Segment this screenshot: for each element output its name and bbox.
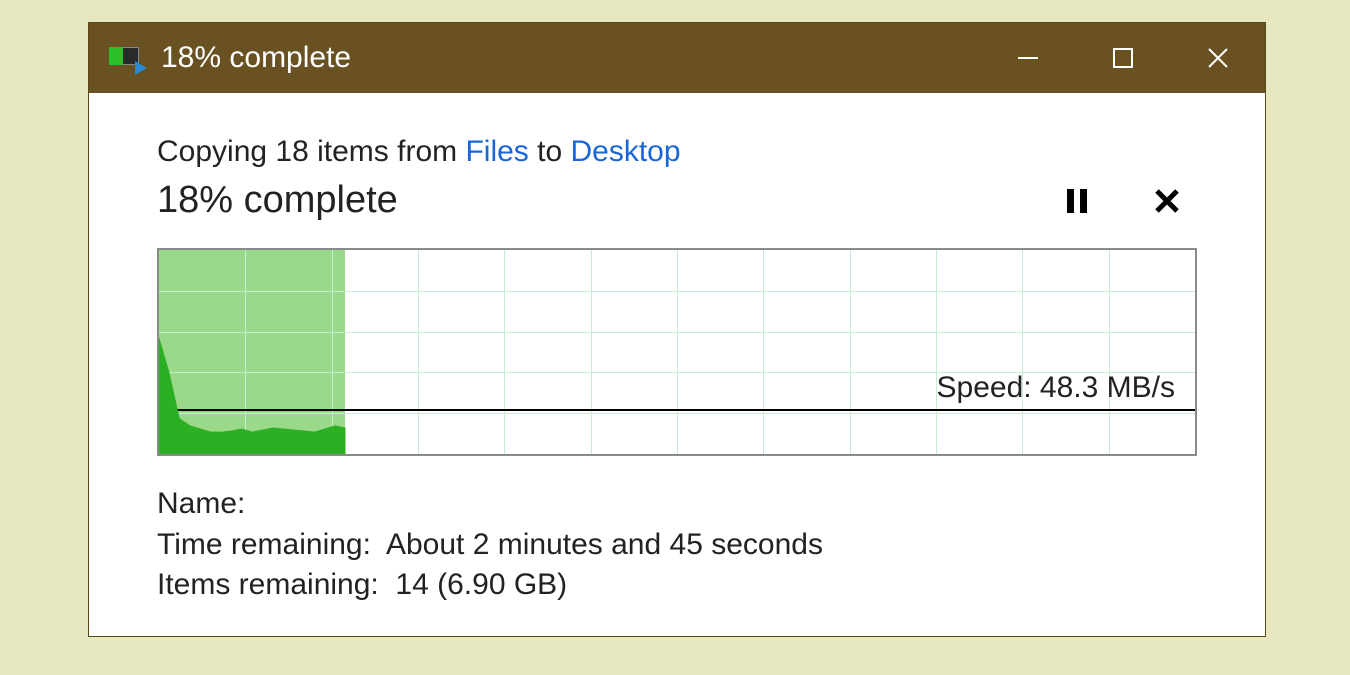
- cancel-button[interactable]: [1137, 180, 1197, 222]
- copy-progress-icon: [109, 45, 145, 71]
- details-section: Name: Time remaining: About 2 minutes an…: [157, 484, 1197, 606]
- titlebar[interactable]: 18% complete: [89, 23, 1265, 93]
- maximize-button[interactable]: [1075, 23, 1170, 93]
- time-remaining-row: Time remaining: About 2 minutes and 45 s…: [157, 525, 1197, 566]
- name-row: Name:: [157, 484, 1197, 525]
- minimize-button[interactable]: [980, 23, 1075, 93]
- dialog-body: Copying 18 items from Files to Desktop 1…: [89, 93, 1265, 636]
- items-remaining-row: Items remaining: 14 (6.90 GB): [157, 565, 1197, 606]
- items-value: 14 (6.90 GB): [395, 568, 567, 601]
- time-label: Time remaining:: [157, 528, 386, 561]
- percent-complete: 18% complete: [157, 179, 1017, 222]
- pause-button[interactable]: [1047, 180, 1107, 222]
- window-title: 18% complete: [161, 41, 351, 75]
- items-label: Items remaining:: [157, 568, 395, 601]
- dest-link[interactable]: Desktop: [571, 135, 681, 168]
- source-link[interactable]: Files: [465, 135, 528, 168]
- pause-icon: [1065, 187, 1089, 215]
- progress-row: 18% complete: [157, 179, 1197, 222]
- time-value: About 2 minutes and 45 seconds: [386, 528, 823, 561]
- copy-mid: to: [529, 135, 571, 168]
- close-icon: [1153, 187, 1181, 215]
- close-window-button[interactable]: [1170, 23, 1265, 93]
- copy-description: Copying 18 items from Files to Desktop: [157, 135, 1197, 169]
- copy-prefix: Copying 18 items from: [157, 135, 465, 168]
- name-label: Name:: [157, 487, 245, 520]
- file-copy-dialog: 18% complete Copying 18 items from Files…: [88, 22, 1266, 637]
- speed-area-graph: [159, 250, 1195, 454]
- speed-chart: Speed: 48.3 MB/s: [157, 248, 1197, 456]
